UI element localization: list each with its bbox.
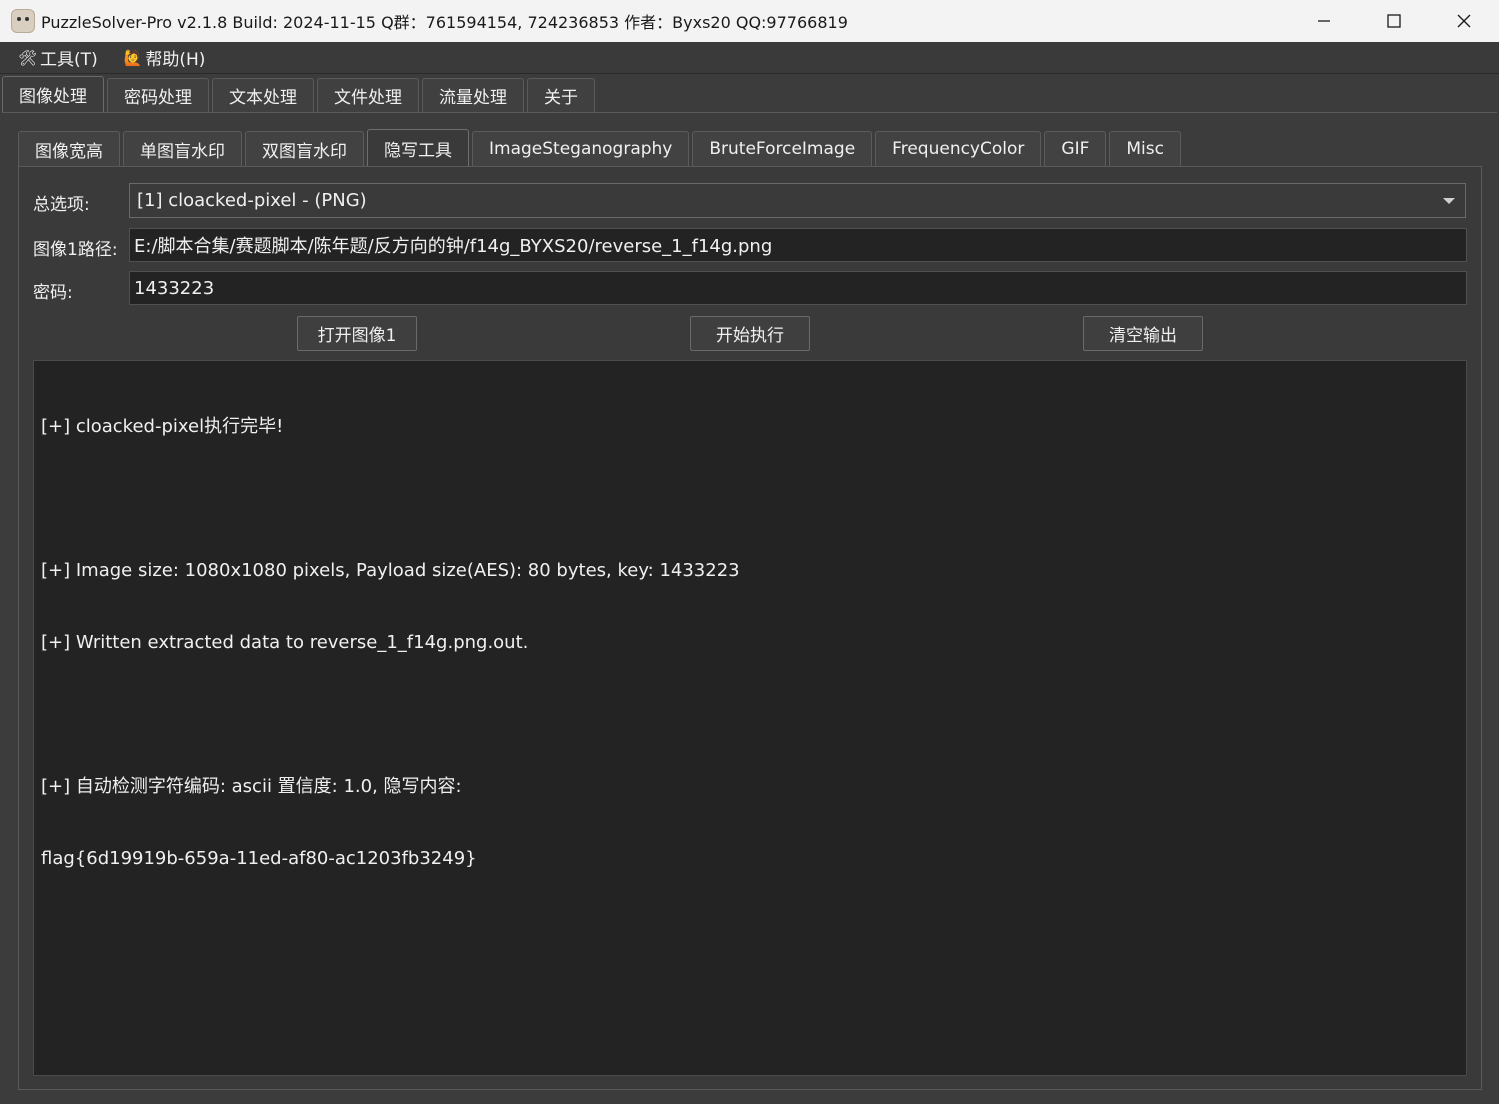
tab-traffic-processing[interactable]: 流量处理 (422, 78, 524, 112)
close-button[interactable] (1429, 0, 1499, 42)
tab-image-processing[interactable]: 图像处理 (2, 76, 104, 112)
subtab-brute-force-image[interactable]: BruteForceImage (692, 131, 873, 166)
subtab-frequency-color[interactable]: FrequencyColor (875, 131, 1042, 166)
subtab-gif[interactable]: GIF (1044, 131, 1107, 166)
main-tab-bar: 图像处理 密码处理 文本处理 文件处理 流量处理 关于 (2, 76, 598, 113)
open-image-button[interactable]: 打开图像1 (297, 316, 417, 351)
tab-text-processing[interactable]: 文本处理 (212, 78, 314, 112)
subtab-image-size[interactable]: 图像宽高 (18, 131, 120, 166)
minimize-icon (1318, 20, 1330, 22)
run-button[interactable]: 开始执行 (690, 316, 810, 351)
subtab-single-blind-watermark[interactable]: 单图盲水印 (123, 131, 242, 166)
menu-bar: 🛠 工具(T) 🙋 帮助(H) (0, 42, 1499, 74)
help-icon: 🙋 (123, 48, 143, 67)
subtab-misc[interactable]: Misc (1109, 131, 1181, 166)
menu-tools[interactable]: 🛠 工具(T) (18, 45, 98, 71)
output-line: [+] 自动检测字符编码: ascii 置信度: 1.0, 隐写内容: (41, 776, 462, 797)
chevron-down-icon (1443, 198, 1455, 204)
subtab-double-blind-watermark[interactable]: 双图盲水印 (245, 131, 364, 166)
title-bar: PuzzleSolver-Pro v2.1.8 Build: 2024-11-1… (0, 0, 1499, 42)
minimize-button[interactable] (1289, 0, 1359, 42)
option-select[interactable]: [1] cloacked-pixel - (PNG) (129, 183, 1466, 218)
output-line: [+] Written extracted data to reverse_1_… (41, 632, 529, 653)
clear-output-button[interactable]: 清空输出 (1083, 316, 1203, 351)
option-select-value: [1] cloacked-pixel - (PNG) (137, 190, 367, 211)
password-label: 密码: (33, 283, 73, 303)
maximize-icon (1387, 14, 1401, 28)
output-line: [+] Image size: 1080x1080 pixels, Payloa… (41, 560, 740, 581)
menu-tools-label: 工具(T) (40, 50, 98, 70)
output-line: flag{6d19919b-659a-11ed-af80-ac1203fb324… (41, 848, 477, 869)
tools-icon: 🛠 (18, 48, 38, 67)
window-controls (1289, 0, 1499, 42)
tab-file-processing[interactable]: 文件处理 (317, 78, 419, 112)
app-icon (11, 9, 35, 33)
subtab-stego-tools[interactable]: 隐写工具 (367, 129, 469, 166)
tab-about[interactable]: 关于 (527, 78, 595, 112)
close-icon (1457, 14, 1471, 28)
output-line: [+] cloacked-pixel执行完毕! (41, 416, 284, 437)
option-label: 总选项: (33, 195, 90, 215)
menu-help[interactable]: 🙋 帮助(H) (123, 45, 206, 71)
tab-password-processing[interactable]: 密码处理 (107, 78, 209, 112)
image-path-input[interactable]: E:/脚本合集/赛题脚本/陈年题/反方向的钟/f14g_BYXS20/rever… (129, 228, 1467, 262)
password-input[interactable]: 1433223 (129, 271, 1467, 305)
output-textarea[interactable]: [+] cloacked-pixel执行完毕! [+] Image size: … (33, 360, 1467, 1076)
sub-tab-bar: 图像宽高 单图盲水印 双图盲水印 隐写工具 ImageSteganography… (18, 129, 1184, 167)
menu-help-label: 帮助(H) (145, 50, 206, 70)
maximize-button[interactable] (1359, 0, 1429, 42)
subtab-image-steganography[interactable]: ImageSteganography (472, 131, 690, 166)
path-label: 图像1路径: (33, 240, 118, 260)
window-title: PuzzleSolver-Pro v2.1.8 Build: 2024-11-1… (41, 13, 848, 32)
